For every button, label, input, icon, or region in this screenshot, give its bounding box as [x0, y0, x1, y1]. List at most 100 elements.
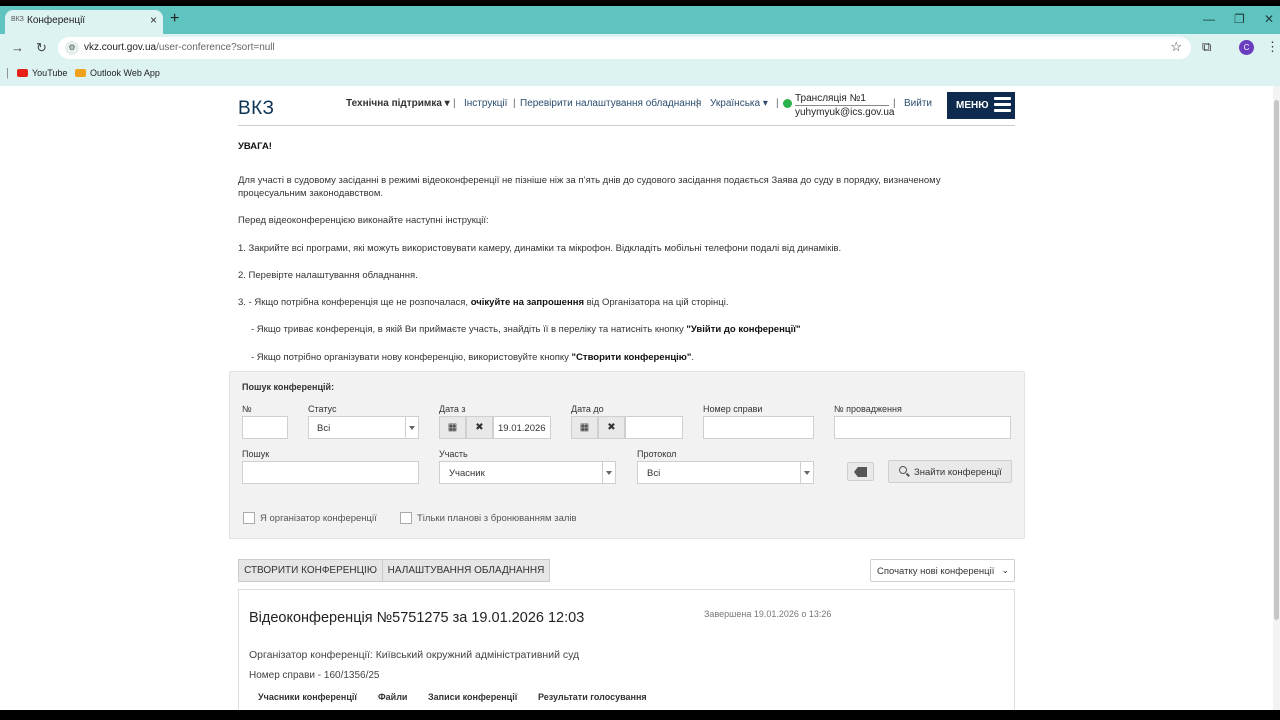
notice-step-join: - Якщо триває конференція, в якій Ви при… [251, 324, 801, 335]
browser-tab[interactable]: ВКЗ Конференції × [5, 10, 163, 34]
case-number-input[interactable] [703, 416, 814, 439]
proceeding-number-input[interactable] [834, 416, 1011, 439]
chevron-down-icon: ⌄ [1001, 565, 1009, 575]
status-label: Статус [308, 404, 337, 414]
browser-menu-icon[interactable]: ⋮ [1266, 39, 1279, 55]
profile-avatar[interactable]: C [1239, 40, 1254, 55]
conference-title: Відеоконференція №5751275 за 19.01.2026 … [249, 610, 585, 626]
conference-card: Відеоконференція №5751275 за 19.01.2026 … [238, 589, 1015, 710]
chevron-down-icon [800, 462, 813, 483]
notice-paragraph-line: процесуальним законодавством. [238, 188, 383, 199]
bookmark-youtube[interactable]: YouTube [17, 68, 67, 78]
role-select[interactable]: Учасник [439, 461, 616, 484]
chevron-down-icon [602, 462, 615, 483]
conference-status: Завершена 19.01.2026 о 13:26 [704, 609, 832, 619]
planned-checkbox[interactable] [400, 512, 412, 524]
support-dropdown[interactable]: Технічна підтримка ▾ [346, 98, 450, 109]
conference-case-number: Номер справи - 160/1356/25 [249, 670, 380, 681]
query-label: Пошук [242, 449, 270, 459]
nav-separator: | [696, 98, 699, 109]
notice-instructions-intro: Перед відеоконференцією виконайте наступ… [238, 215, 489, 226]
search-panel-title: Пошук конференцій: [242, 382, 335, 392]
bookmarks-bar: | YouTube Outlook Web App [0, 62, 1280, 86]
bookmarks-divider: | [6, 67, 9, 79]
notice-step-2: 2. Перевірте налаштування обладнання. [238, 270, 418, 281]
bookmark-star-icon[interactable]: ☆ [1170, 39, 1182, 55]
notice-heading: УВАГА! [238, 141, 272, 152]
user-email: yuhymyuk@ics.gov.ua [795, 107, 895, 118]
role-label: Участь [439, 449, 468, 459]
notice-step-create: - Якщо потрібно організувати нову конфер… [251, 352, 695, 363]
hamburger-icon [994, 97, 1011, 113]
clear-filters-button[interactable] [847, 462, 874, 481]
calendar-icon[interactable]: ▦ [571, 416, 598, 439]
tab-files[interactable]: Файли [378, 692, 407, 702]
clear-date-icon[interactable]: ✖ [466, 416, 493, 439]
search-icon [899, 466, 907, 474]
site-info-icon[interactable]: ⚙ [65, 41, 79, 55]
broadcast-underline [795, 105, 889, 106]
sort-select[interactable]: Спочатку нові конференції ⌄ [870, 559, 1015, 582]
nav-separator: | [776, 98, 779, 109]
language-dropdown[interactable]: Українська ▾ [710, 98, 768, 109]
tab-participants[interactable]: Учасники конференції [258, 692, 357, 702]
forward-icon[interactable]: → [11, 40, 24, 55]
minimize-icon[interactable]: — [1203, 12, 1215, 26]
bookmark-outlook[interactable]: Outlook Web App [75, 68, 160, 78]
menu-label: МЕНЮ [956, 100, 989, 111]
chevron-down-icon [405, 417, 418, 438]
page-viewport: ВКЗ Технічна підтримка ▾ | Інструкції | … [0, 86, 1280, 710]
nav-separator: | [453, 98, 456, 109]
search-input[interactable] [242, 461, 419, 484]
broadcast-label[interactable]: Трансляція №1 [795, 93, 866, 104]
new-tab-icon[interactable]: + [170, 10, 179, 28]
nav-separator: | [513, 98, 516, 109]
planned-checkbox-label[interactable]: Тільки планові з бронюванням залів [417, 513, 577, 524]
page-scrollbar[interactable] [1273, 86, 1280, 710]
calendar-icon[interactable]: ▦ [439, 416, 466, 439]
scrollbar-thumb[interactable] [1274, 100, 1279, 620]
tab-recordings[interactable]: Записи конференції [428, 692, 517, 702]
online-status-indicator [783, 99, 792, 108]
reload-icon[interactable]: ↻ [36, 40, 47, 56]
browser-toolbar: → ↻ ⚙ vkz.court.gov.ua/user-conference?s… [0, 34, 1280, 62]
clear-date-icon[interactable]: ✖ [598, 416, 625, 439]
backspace-icon [854, 467, 867, 477]
browser-tab-bar: ВКЗ Конференції × + — ❐ ✕ [0, 6, 1280, 34]
find-conferences-button[interactable]: Знайти конференції [888, 460, 1012, 483]
site-logo[interactable]: ВКЗ [238, 98, 275, 120]
address-bar[interactable]: ⚙ vkz.court.gov.ua/user-conference?sort=… [58, 37, 1191, 59]
close-window-icon[interactable]: ✕ [1264, 12, 1274, 26]
screen-bottom-edge [0, 710, 1280, 720]
date-to-input[interactable] [625, 416, 683, 439]
organizer-checkbox-label[interactable]: Я організатор конференції [260, 513, 377, 524]
tab-close-icon[interactable]: × [150, 13, 157, 27]
restore-icon[interactable]: ❐ [1234, 12, 1245, 26]
date-from-label: Дата з [439, 404, 466, 414]
conference-organizer: Організатор конференції: Київський окруж… [249, 649, 580, 661]
tab-voting-results[interactable]: Результати голосування [538, 692, 647, 702]
create-conference-button[interactable]: СТВОРИТИ КОНФЕРЕНЦІЮ [238, 559, 383, 582]
header-divider [238, 125, 1015, 126]
instructions-link[interactable]: Інструкції [464, 98, 507, 109]
youtube-icon [17, 69, 28, 77]
outlook-icon [75, 69, 86, 77]
protocol-select[interactable]: Всі [637, 461, 814, 484]
number-input[interactable] [242, 416, 288, 439]
notice-step-1: 1. Закрийте всі програми, які можуть вик… [238, 243, 842, 254]
extensions-icon[interactable]: ⧉ [1202, 39, 1211, 55]
main-menu-button[interactable]: МЕНЮ [947, 92, 1015, 119]
organizer-checkbox[interactable] [243, 512, 255, 524]
nav-separator: | [893, 98, 896, 109]
proceeding-number-label: № провадження [834, 404, 902, 414]
date-from-input[interactable]: 19.01.2026 [493, 416, 551, 439]
url-text: vkz.court.gov.ua/user-conference?sort=nu… [84, 42, 275, 53]
check-settings-link[interactable]: Перевірити налаштування обладнання [520, 98, 701, 109]
equipment-settings-button[interactable]: НАЛАШТУВАННЯ ОБЛАДНАННЯ [382, 559, 550, 582]
status-select[interactable]: Всі [308, 416, 419, 439]
date-to-label: Дата до [571, 404, 604, 414]
notice-paragraph-line: Для участі в судовому засіданні в режимі… [238, 175, 941, 186]
tab-favicon-icon: ВКЗ [11, 16, 24, 23]
logout-link[interactable]: Вийти [904, 98, 932, 109]
protocol-label: Протокол [637, 449, 677, 459]
